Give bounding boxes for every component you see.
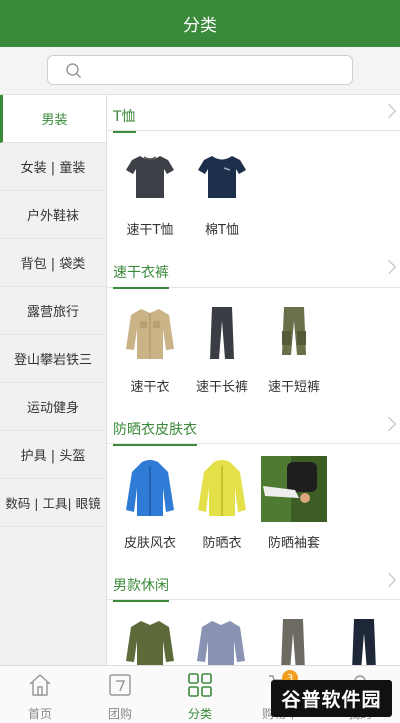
tab-category[interactable]: 分类 bbox=[160, 666, 240, 723]
category-icon bbox=[187, 672, 213, 702]
section-header[interactable]: 速干衣裤 bbox=[107, 251, 400, 289]
product-name: 防晒衣 bbox=[202, 536, 242, 551]
product-name: 速干短裤 bbox=[267, 380, 320, 395]
section-title: 速干衣裤 bbox=[113, 262, 169, 289]
product-name: 防晒袖套 bbox=[267, 536, 320, 551]
pants-icon bbox=[331, 612, 397, 665]
product-item[interactable]: 防晒衣 bbox=[186, 456, 258, 564]
section-title: 防晒衣皮肤衣 bbox=[113, 419, 197, 446]
product-item[interactable] bbox=[329, 612, 400, 665]
app-header: 分类 bbox=[0, 0, 400, 47]
product-name: 速干T恤 bbox=[126, 223, 174, 238]
watermark-text: 谷普软件园 bbox=[281, 689, 382, 711]
product-item[interactable]: 棉T恤 bbox=[186, 143, 258, 251]
product-item[interactable]: 皮肤风衣 bbox=[114, 456, 186, 564]
sidebar-item-camping[interactable]: 露营旅行 bbox=[0, 287, 106, 335]
page-title: 分类 bbox=[183, 16, 217, 36]
group-buy-icon bbox=[107, 672, 133, 702]
section-header[interactable]: 防晒衣皮肤衣 bbox=[107, 408, 400, 446]
category-sidebar: 男装 女装 | 童装 户外鞋袜 背包 | 袋类 露营旅行 登山攀岩铁三 运动健身… bbox=[0, 95, 107, 665]
sidebar-item-digital-tools[interactable]: 数码 | 工具| 眼镜 bbox=[0, 479, 106, 527]
product-item[interactable] bbox=[114, 612, 186, 665]
product-item[interactable]: 速干衣 bbox=[114, 300, 186, 408]
product-name: 速干长裤 bbox=[195, 380, 248, 395]
search-icon bbox=[65, 62, 83, 84]
tab-label: 分类 bbox=[187, 707, 212, 721]
shirt-icon bbox=[188, 612, 254, 665]
sidebar-item-womens-kids[interactable]: 女装 | 童装 bbox=[0, 143, 106, 191]
section-title: T恤 bbox=[113, 106, 136, 133]
search-bar bbox=[0, 47, 400, 95]
home-icon bbox=[27, 672, 53, 702]
sidebar-item-label: 护具 | 头盔 bbox=[20, 449, 86, 464]
sidebar-item-label: 男装 bbox=[41, 113, 68, 128]
sidebar-item-label: 露营旅行 bbox=[26, 305, 79, 320]
chevron-right-icon bbox=[381, 259, 397, 275]
product-name: 速干衣 bbox=[130, 380, 170, 395]
product-item[interactable]: 速干长裤 bbox=[186, 300, 258, 408]
chevron-right-icon bbox=[381, 572, 397, 588]
product-item[interactable]: 速干短裤 bbox=[258, 300, 330, 408]
product-item[interactable]: 速干T恤 bbox=[114, 143, 186, 251]
sidebar-item-protection[interactable]: 护具 | 头盔 bbox=[0, 431, 106, 479]
chevron-right-icon bbox=[381, 103, 397, 119]
product-grid: 速干T恤 棉T恤 bbox=[107, 131, 400, 251]
sidebar-item-mens[interactable]: 男装 bbox=[0, 95, 106, 143]
section-header[interactable]: T恤 bbox=[107, 95, 400, 133]
tab-group-buy[interactable]: 团购 bbox=[80, 666, 160, 723]
product-item[interactable] bbox=[257, 612, 329, 665]
search-input[interactable] bbox=[47, 55, 353, 85]
jacket-icon bbox=[189, 456, 255, 522]
product-grid bbox=[107, 600, 400, 665]
sidebar-item-label: 数码 | 工具| 眼镜 bbox=[5, 496, 101, 511]
sidebar-item-label: 登山攀岩铁三 bbox=[13, 353, 92, 368]
category-content: T恤 速干T恤 棉T恤 速干衣裤 速干衣 速干长裤 速干短裤 防晒衣皮肤衣 皮肤… bbox=[107, 95, 400, 665]
tshirt-icon bbox=[189, 143, 255, 209]
tab-label: 首页 bbox=[27, 707, 52, 721]
sidebar-item-outdoor-shoes[interactable]: 户外鞋袜 bbox=[0, 191, 106, 239]
pants-icon bbox=[260, 612, 326, 665]
product-item[interactable] bbox=[186, 612, 258, 665]
sidebar-item-climbing[interactable]: 登山攀岩铁三 bbox=[0, 335, 106, 383]
section-title: 男款休闲 bbox=[113, 575, 169, 602]
sidebar-item-label: 运动健身 bbox=[26, 401, 79, 416]
tab-home[interactable]: 首页 bbox=[0, 666, 80, 723]
tab-label: 团购 bbox=[107, 707, 132, 721]
chevron-right-icon bbox=[381, 416, 397, 432]
sidebar-item-label: 户外鞋袜 bbox=[26, 209, 79, 224]
product-name: 皮肤风衣 bbox=[123, 536, 176, 551]
sidebar-item-label: 女装 | 童装 bbox=[20, 161, 86, 176]
sidebar-item-bags[interactable]: 背包 | 袋类 bbox=[0, 239, 106, 287]
tshirt-icon bbox=[117, 143, 183, 209]
pants-icon bbox=[189, 300, 255, 366]
jacket-icon bbox=[117, 456, 183, 522]
product-grid: 皮肤风衣 防晒衣 防晒袖套 bbox=[107, 444, 400, 564]
shirt-icon bbox=[117, 300, 183, 366]
section-header[interactable]: 男款休闲 bbox=[107, 564, 400, 602]
product-grid: 速干衣 速干长裤 速干短裤 bbox=[107, 288, 400, 408]
shorts-icon bbox=[261, 300, 327, 366]
watermark-logo: 谷普软件园 bbox=[271, 680, 392, 717]
sleeve-photo-icon bbox=[261, 456, 327, 522]
product-name: 棉T恤 bbox=[205, 223, 239, 238]
shirt-icon bbox=[117, 612, 183, 665]
product-item[interactable]: 防晒袖套 bbox=[258, 456, 330, 564]
sidebar-item-label: 背包 | 袋类 bbox=[20, 257, 86, 272]
sidebar-item-fitness[interactable]: 运动健身 bbox=[0, 383, 106, 431]
